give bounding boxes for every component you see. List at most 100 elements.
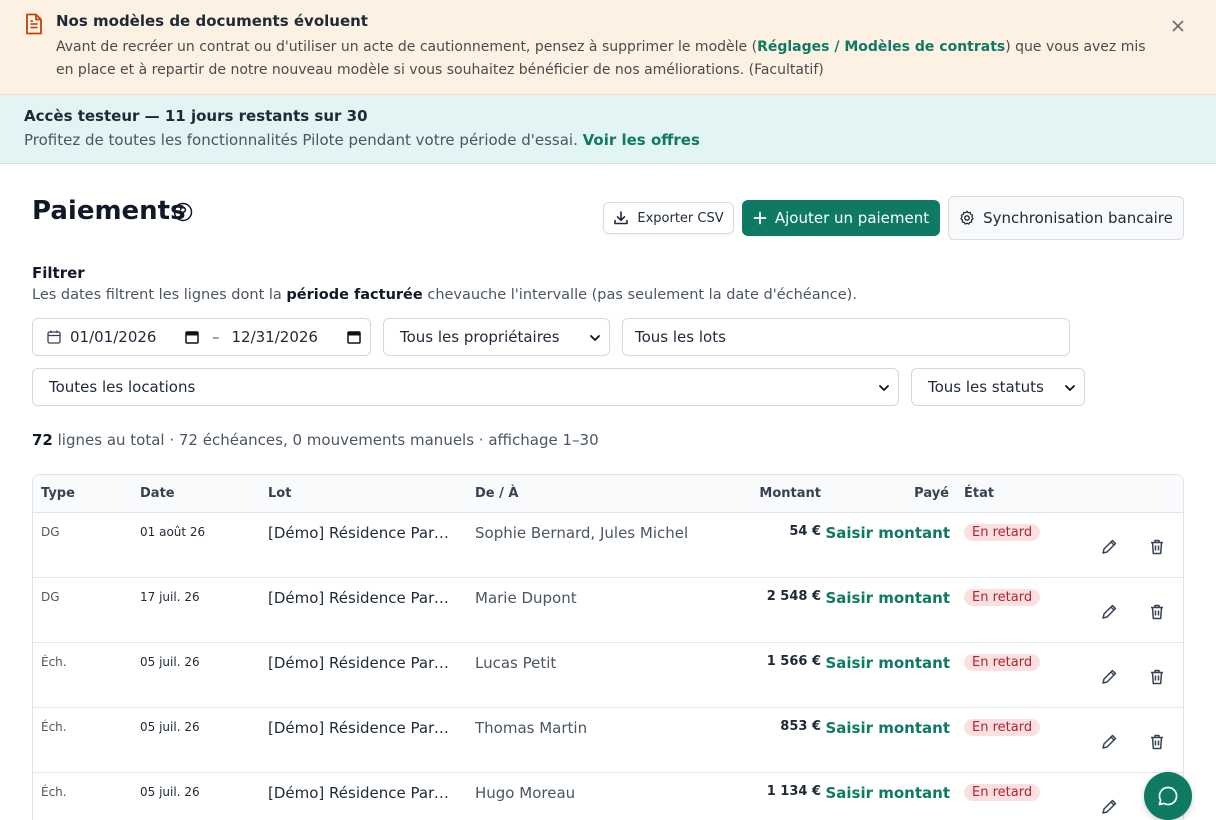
row-lot: [Démo] Résidence Parc ... <box>268 524 456 542</box>
row-date: 01 août 26 <box>140 525 206 539</box>
status-badge: En retard <box>964 719 1041 736</box>
filter-desc-after: chevauche l'intervalle (pas seulement la… <box>422 287 857 303</box>
status-select[interactable]: Tous les statuts <box>911 368 1085 406</box>
row-party: Sophie Bernard, Jules Michel <box>475 524 689 542</box>
table-row: Éch. 05 juil. 26 [Démo] Résidence Parc .… <box>33 643 1183 708</box>
status-badge: En retard <box>964 654 1041 671</box>
lots-input[interactable]: Tous les lots <box>622 318 1070 356</box>
pencil-icon[interactable] <box>1099 797 1119 817</box>
trash-icon[interactable] <box>1147 602 1167 622</box>
row-type: Éch. <box>41 720 67 734</box>
bank-sync-label: Synchronisation bancaire <box>983 209 1173 227</box>
locations-select-value: Toutes les locations <box>49 378 196 396</box>
document-icon <box>26 13 42 35</box>
trash-icon[interactable] <box>1147 667 1167 687</box>
trial-text: Profitez de toutes les fonctionnalités P… <box>24 131 700 149</box>
contract-templates-link[interactable]: Réglages / Modèles de contrats <box>757 39 1005 55</box>
chevron-down-icon <box>590 335 600 341</box>
row-amount: 1 566 € <box>766 654 821 669</box>
payments-table: Type Date Lot De / À Montant Payé État D… <box>32 474 1184 820</box>
row-amount: 1 134 € <box>766 784 821 799</box>
date-to-picker-icon[interactable] <box>346 329 362 345</box>
chevron-down-icon <box>1065 385 1075 391</box>
table-row: Éch. 05 juil. 26 [Démo] Résidence Parc .… <box>33 773 1183 820</box>
plus-icon <box>753 211 767 225</box>
status-badge: En retard <box>964 589 1041 606</box>
chat-button[interactable] <box>1144 772 1192 820</box>
page-title: Paiements <box>32 196 186 226</box>
export-csv-button[interactable]: Exporter CSV <box>603 202 734 234</box>
date-to-input[interactable]: 12/31/2026 <box>232 328 338 346</box>
enter-amount-link[interactable]: Saisir montant <box>825 654 950 672</box>
pencil-icon[interactable] <box>1099 602 1119 622</box>
notice-title: Nos modèles de documents évoluent <box>56 12 368 30</box>
date-range-field: 01/01/2026 – 12/31/2026 <box>32 318 371 356</box>
status-select-value: Tous les statuts <box>928 378 1044 396</box>
header-type: Type <box>41 486 75 501</box>
header-amount: Montant <box>759 486 821 501</box>
row-type: DG <box>41 590 60 604</box>
enter-amount-link[interactable]: Saisir montant <box>825 589 950 607</box>
table-row: DG 17 juil. 26 [Démo] Résidence Parc ...… <box>33 578 1183 643</box>
date-from-picker-icon[interactable] <box>184 329 200 345</box>
row-amount: 2 548 € <box>766 589 821 604</box>
row-lot: [Démo] Résidence Parc ... <box>268 719 456 737</box>
row-date: 05 juil. 26 <box>140 785 200 799</box>
header-paid: Payé <box>914 486 949 501</box>
row-party: Lucas Petit <box>475 654 557 672</box>
results-summary-text: lignes au total · 72 échéances, 0 mouvem… <box>52 431 599 449</box>
enter-amount-link[interactable]: Saisir montant <box>825 524 950 542</box>
locations-select[interactable]: Toutes les locations <box>32 368 899 406</box>
pencil-icon[interactable] <box>1099 667 1119 687</box>
filter-description: Les dates filtrent les lignes dont la pé… <box>32 287 857 303</box>
row-type: Éch. <box>41 655 67 669</box>
header-date: Date <box>140 486 175 501</box>
enter-amount-link[interactable]: Saisir montant <box>825 784 950 802</box>
trial-text-body: Profitez de toutes les fonctionnalités P… <box>24 131 578 149</box>
help-circle-icon[interactable] <box>173 202 193 222</box>
row-party: Marie Dupont <box>475 589 577 607</box>
add-payment-label: Ajouter un paiement <box>774 209 930 227</box>
table-row: Éch. 05 juil. 26 [Démo] Résidence Parc .… <box>33 708 1183 773</box>
row-amount: 54 € <box>789 524 821 539</box>
download-icon <box>614 211 629 225</box>
close-icon[interactable] <box>1168 16 1188 36</box>
pencil-icon[interactable] <box>1099 732 1119 752</box>
trash-icon[interactable] <box>1147 732 1167 752</box>
enter-amount-link[interactable]: Saisir montant <box>825 719 950 737</box>
filter-desc-before: Les dates filtrent les lignes dont la <box>32 287 287 303</box>
row-type: Éch. <box>41 785 67 799</box>
chevron-down-icon <box>879 385 889 391</box>
header-party: De / À <box>475 486 519 501</box>
row-date: 17 juil. 26 <box>140 590 200 604</box>
row-date: 05 juil. 26 <box>140 720 200 734</box>
gear-icon <box>960 210 974 225</box>
filter-desc-bold: période facturée <box>286 287 423 303</box>
bank-sync-button[interactable]: Synchronisation bancaire <box>948 196 1184 240</box>
owner-select[interactable]: Tous les propriétaires <box>383 318 610 356</box>
row-type: DG <box>41 525 60 539</box>
notice-text: Avant de recréer un contrat ou d'utilise… <box>56 36 1156 82</box>
row-party: Hugo Moreau <box>475 784 576 802</box>
header-state: État <box>964 486 995 501</box>
row-lot: [Démo] Résidence Parc ... <box>268 654 456 672</box>
row-amount: 853 € <box>780 719 821 734</box>
pencil-icon[interactable] <box>1099 537 1119 557</box>
view-offers-link[interactable]: Voir les offres <box>583 131 700 149</box>
table-header: Type Date Lot De / À Montant Payé État <box>33 475 1183 513</box>
row-lot: [Démo] Résidence Parc ... <box>268 784 456 802</box>
status-badge: En retard <box>964 524 1041 541</box>
row-lot: [Démo] Résidence Parc ... <box>268 589 456 607</box>
date-from-input[interactable]: 01/01/2026 <box>70 328 176 346</box>
trial-title: Accès testeur — 11 jours restants sur 30 <box>24 107 368 125</box>
calendar-icon <box>47 330 61 344</box>
status-badge: En retard <box>964 784 1041 801</box>
trial-banner: Accès testeur — 11 jours restants sur 30… <box>0 95 1216 164</box>
table-row: DG 01 août 26 [Démo] Résidence Parc ... … <box>33 513 1183 578</box>
add-payment-button[interactable]: Ajouter un paiement <box>742 200 940 236</box>
header-lot: Lot <box>268 486 292 501</box>
row-party: Thomas Martin <box>475 719 588 737</box>
row-date: 05 juil. 26 <box>140 655 200 669</box>
trash-icon[interactable] <box>1147 537 1167 557</box>
date-separator: – <box>212 328 220 346</box>
